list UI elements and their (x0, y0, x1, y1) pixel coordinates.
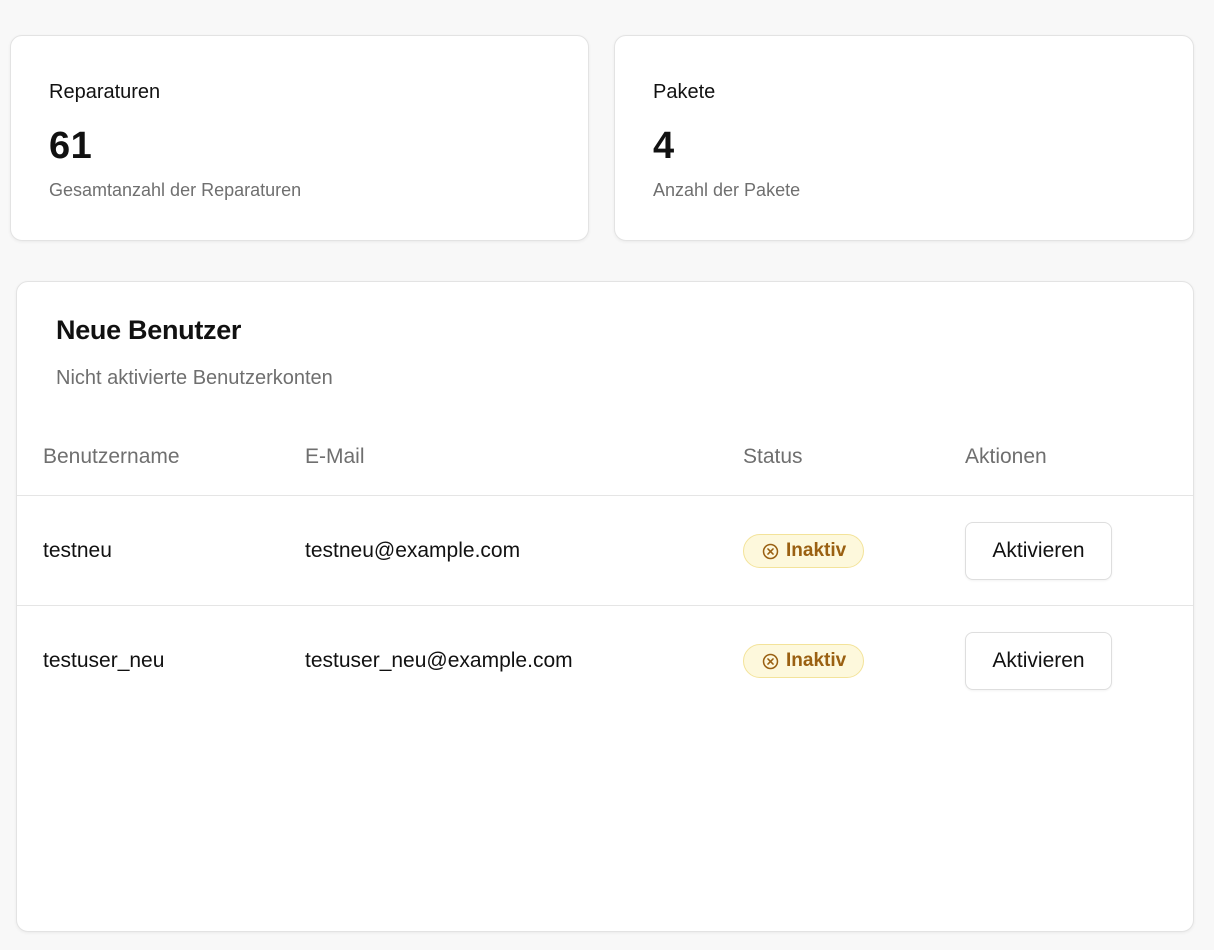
status-cell: Inaktiv (743, 496, 865, 606)
activate-button[interactable]: Aktivieren (965, 632, 1112, 690)
card-title: Neue Benutzer (56, 315, 242, 345)
stat-description: Anzahl der Pakete (653, 180, 801, 200)
column-header-status: Status (743, 445, 803, 468)
stat-card-packages: Pakete 4 Anzahl der Pakete (614, 35, 1194, 241)
stat-title: Reparaturen (49, 81, 161, 103)
new-users-card: Neue Benutzer Nicht aktivierte Benutzerk… (16, 281, 1194, 932)
stat-description: Gesamtanzahl der Reparaturen (49, 180, 302, 200)
circle-x-icon (762, 653, 779, 669)
stat-title: Pakete (653, 81, 716, 103)
table-row: testuser_neu testuser_neu@example.com In… (17, 606, 1193, 716)
table-row: testneu testneu@example.com Inaktiv Akti… (17, 496, 1193, 606)
stat-card-repairs: Reparaturen 61 Gesamtanzahl der Reparatu… (10, 35, 589, 241)
email-cell: testneu@example.com (305, 539, 521, 562)
email-cell: testuser_neu@example.com (305, 649, 573, 672)
actions-cell: Aktivieren (965, 496, 1112, 606)
table-header: Benutzername E-Mail Status Aktionen (17, 427, 1193, 496)
status-badge-label: Inaktiv (786, 650, 847, 671)
column-header-email: E-Mail (305, 445, 365, 468)
actions-cell: Aktivieren (965, 606, 1112, 716)
username-cell: testuser_neu (43, 649, 165, 672)
column-header-username: Benutzername (43, 445, 180, 468)
username-cell: testneu (43, 539, 112, 562)
status-badge: Inaktiv (743, 644, 865, 678)
status-cell: Inaktiv (743, 606, 865, 716)
stat-value: 4 (653, 125, 675, 167)
status-badge: Inaktiv (743, 534, 865, 568)
circle-x-icon (762, 543, 779, 559)
stat-value: 61 (49, 125, 93, 167)
card-subtitle: Nicht aktivierte Benutzerkonten (56, 367, 333, 389)
column-header-actions: Aktionen (965, 445, 1047, 468)
activate-button[interactable]: Aktivieren (965, 522, 1112, 580)
status-badge-label: Inaktiv (786, 540, 847, 561)
